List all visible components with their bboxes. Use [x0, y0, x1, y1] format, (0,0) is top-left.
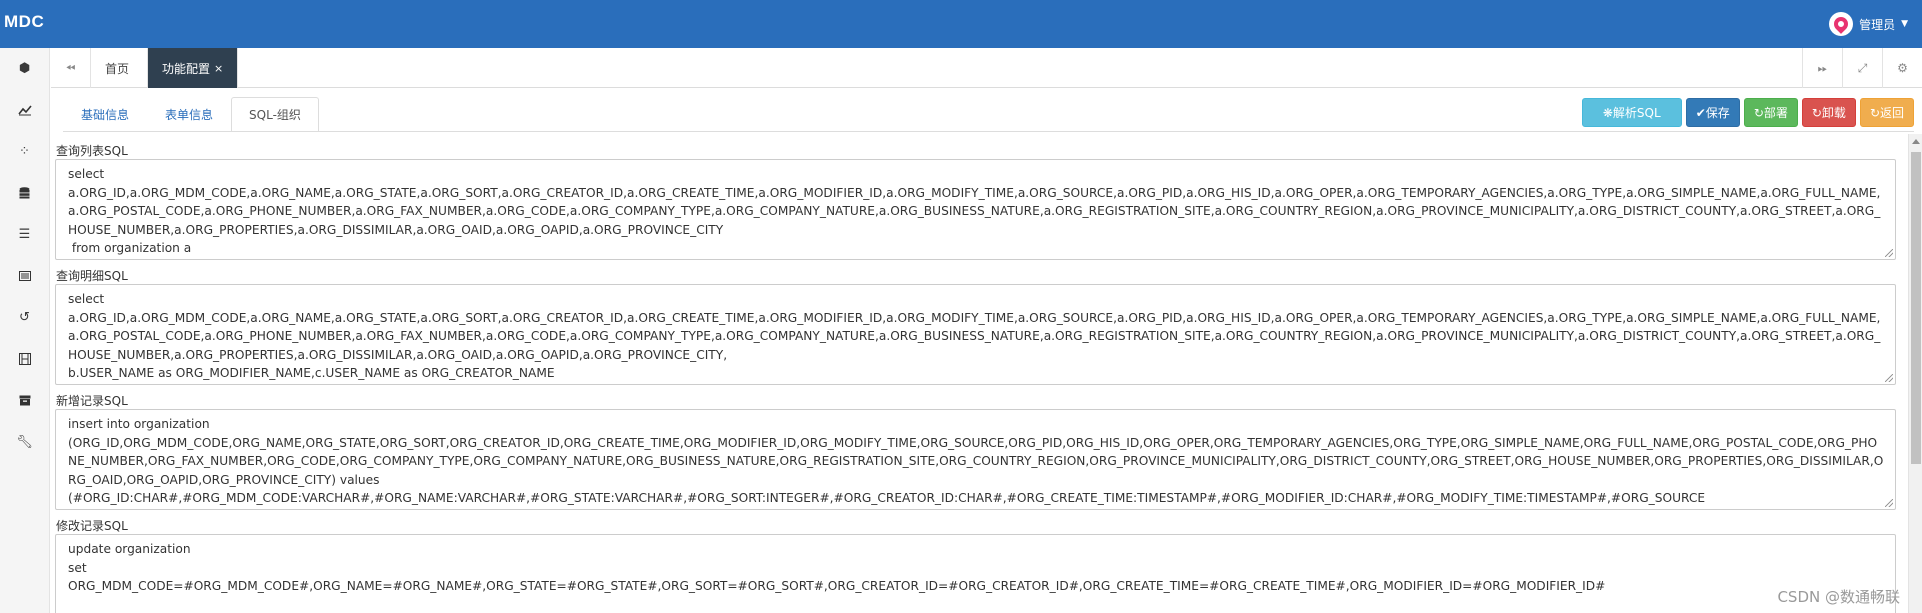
cube-icon: ⬢	[18, 61, 31, 77]
page-tab-bar: ⏪︎ 首页 功能配置 × ⏩︎ ⤢ ⚙︎	[51, 48, 1922, 88]
fullscreen-icon: ⤢	[1857, 60, 1868, 75]
user-name: 管理员	[1859, 17, 1896, 32]
resize-handle-icon[interactable]	[1885, 374, 1893, 382]
list-alt-icon	[18, 271, 31, 282]
sidebar-item-list-alt[interactable]	[0, 256, 49, 298]
wrench-icon: 🔧︎	[16, 434, 33, 450]
tab-scroll-left-button[interactable]: ⏪︎	[51, 48, 91, 88]
detail-sql-textarea[interactable]: select a.ORG_ID,a.ORG_MDM_CODE,a.ORG_NAM…	[55, 284, 1896, 385]
sidebar-item-chart[interactable]	[0, 90, 49, 132]
close-icon[interactable]: ×	[214, 62, 223, 75]
page-tab-function-config[interactable]: 功能配置 ×	[148, 48, 239, 88]
resize-handle-icon[interactable]	[1885, 249, 1893, 257]
top-navbar: MDC 管理员 ▼	[0, 0, 1922, 48]
sidebar: ⬢ ⁘ ☰ ↺ 🔧︎	[0, 48, 50, 613]
watermark: CSDN @数通畅联	[1777, 588, 1900, 606]
sidebar-item-wrench[interactable]: 🔧︎	[0, 422, 49, 464]
scroll-up-icon[interactable]	[1912, 139, 1920, 144]
page-tab-home[interactable]: 首页	[91, 48, 148, 88]
page-scrollbar[interactable]	[1908, 134, 1922, 613]
update-sql-textarea[interactable]: update organization set ORG_MDM_CODE=#OR…	[55, 534, 1896, 613]
list-sql-value: select a.ORG_ID,a.ORG_MDM_CODE,a.ORG_NAM…	[68, 167, 1881, 255]
sidebar-item-film[interactable]	[0, 339, 49, 381]
list-sql-label: 查询列表SQL	[56, 144, 128, 158]
sql-form: 查询列表SQL select a.ORG_ID,a.ORG_MDM_CODE,a…	[55, 143, 1902, 613]
caret-down-icon: ▼	[1901, 19, 1908, 29]
update-sql-label: 修改记录SQL	[56, 519, 128, 533]
page-tab-label: 首页	[105, 61, 130, 76]
spinner-icon: ⁘	[19, 144, 30, 160]
action-buttons: ❋解析SQL ✔保存 ↻部署 ↻卸载 ↻返回	[1581, 98, 1914, 127]
sidebar-item-archive[interactable]	[0, 380, 49, 422]
user-avatar-icon	[1829, 12, 1854, 36]
line-chart-icon	[17, 105, 32, 116]
resize-handle-icon[interactable]	[1885, 499, 1893, 507]
scrollbar-thumb[interactable]	[1911, 152, 1921, 464]
sidebar-item-list[interactable]: ☰	[0, 214, 49, 256]
tab-bar-tools: ⏩︎ ⤢ ⚙︎	[1802, 48, 1922, 88]
tab-basic-info[interactable]: 基础信息	[63, 97, 147, 132]
deploy-button[interactable]: ↻部署	[1743, 98, 1798, 127]
fullscreen-button[interactable]: ⤢	[1842, 48, 1882, 88]
tab-scroll-right-button[interactable]: ⏩︎	[1802, 48, 1842, 88]
history-icon: ↺	[19, 310, 30, 326]
film-icon	[18, 353, 31, 366]
backward-icon: ⏪︎	[65, 60, 76, 75]
uninstall-button[interactable]: ↻卸载	[1801, 98, 1856, 127]
gear-icon: ⚙︎	[1897, 61, 1908, 75]
tab-settings-button[interactable]: ⚙︎	[1882, 48, 1922, 88]
parse-sql-button[interactable]: ❋解析SQL	[1581, 98, 1682, 127]
subtab-divider	[63, 131, 1914, 132]
list-sql-textarea[interactable]: select a.ORG_ID,a.ORG_MDM_CODE,a.ORG_NAM…	[55, 159, 1896, 260]
sidebar-item-cube[interactable]: ⬢	[0, 48, 49, 90]
user-menu[interactable]: 管理员 ▼	[1829, 12, 1908, 36]
tab-sql-org[interactable]: SQL-组织	[231, 97, 319, 132]
insert-sql-value: insert into organization (ORG_ID,ORG_MDM…	[68, 417, 1884, 505]
forward-icon: ⏩︎	[1817, 60, 1828, 75]
save-button[interactable]: ✔保存	[1685, 98, 1740, 127]
main-content: 基础信息 表单信息 SQL-组织 ❋解析SQL ✔保存 ↻部署 ↻卸载 ↻返回 …	[51, 89, 1922, 613]
brand-logo[interactable]: MDC	[4, 12, 44, 32]
sub-tabs: 基础信息 表单信息 SQL-组织	[63, 97, 319, 132]
insert-sql-textarea[interactable]: insert into organization (ORG_ID,ORG_MDM…	[55, 409, 1896, 510]
update-sql-value: update organization set ORG_MDM_CODE=#OR…	[68, 542, 1606, 593]
page-tab-label: 功能配置	[162, 61, 211, 76]
database-icon	[19, 187, 30, 199]
tab-form-info[interactable]: 表单信息	[147, 97, 231, 132]
archive-icon	[19, 395, 30, 406]
list-icon: ☰	[18, 227, 31, 243]
detail-sql-label: 查询明细SQL	[56, 269, 128, 283]
sidebar-item-spinner[interactable]: ⁘	[0, 131, 49, 173]
back-button[interactable]: ↻返回	[1859, 98, 1914, 127]
sidebar-item-history[interactable]: ↺	[0, 297, 49, 339]
detail-sql-value: select a.ORG_ID,a.ORG_MDM_CODE,a.ORG_NAM…	[68, 292, 1881, 380]
insert-sql-label: 新增记录SQL	[56, 394, 128, 408]
sidebar-item-database[interactable]	[0, 173, 49, 215]
